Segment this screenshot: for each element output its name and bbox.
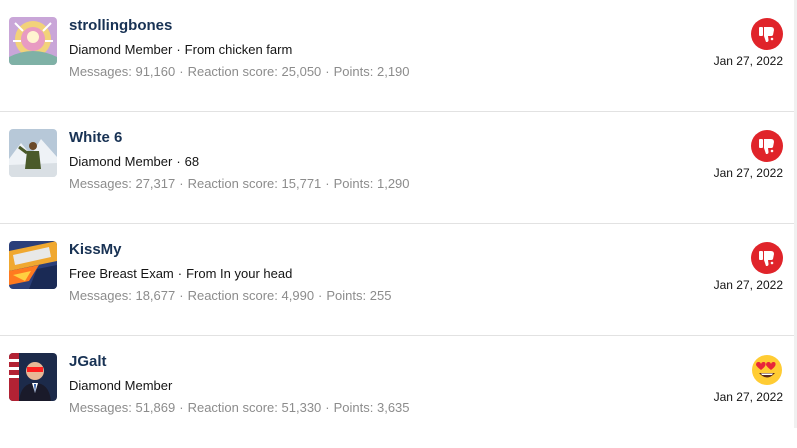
separator: · [179,288,184,303]
messages-count: Messages: 27,317 [69,176,176,191]
avatar[interactable] [9,353,57,401]
separator: · [325,400,330,415]
thumbs-down-icon [751,242,783,274]
user-title: Diamond Member · From chicken farm [69,42,292,57]
points-count: Points: 2,190 [333,64,410,79]
messages-count: Messages: 51,869 [69,400,176,415]
reaction-score: Reaction score: 15,771 [187,176,322,191]
list-item: White 6 Diamond Member · 68 Messages: 27,3… [0,112,797,224]
avatar[interactable] [9,17,57,65]
separator: · [325,176,330,191]
separator: · [179,400,184,415]
thumbs-down-icon [751,18,783,50]
username-link[interactable]: strollingbones [69,17,172,34]
username-link[interactable]: JGalt [69,353,107,370]
user-stats: Messages: 51,869 · Reaction score: 51,330 ·… [69,400,410,415]
username-link[interactable]: White 6 [69,129,122,146]
avatar-image-mountain-person [9,129,57,177]
points-count: Points: 255 [326,288,392,303]
points-count: Points: 1,290 [333,176,410,191]
thumbs-down-icon [751,130,783,162]
user-title: Diamond Member · 68 [69,154,199,169]
avatar-image-man-in-suit [9,353,57,401]
user-title-text: Diamond Member [69,42,173,57]
avatar[interactable] [9,241,57,289]
reaction-score: Reaction score: 51,330 [187,400,322,415]
separator: · [176,42,181,57]
user-location: 68 [184,154,200,169]
user-stats: Messages: 27,317 · Reaction score: 15,771 ·… [69,176,410,191]
user-location: From In your head [186,266,293,281]
user-stats: Messages: 18,677 · Reaction score: 4,990 · P… [69,288,391,303]
reaction-list: strollingbones Diamond Member · From chick… [0,0,797,428]
user-title-text: Diamond Member [69,378,173,393]
points-count: Points: 3,635 [333,400,410,415]
user-stats: Messages: 91,160 · Reaction score: 25,050 ·… [69,64,410,79]
separator: · [179,64,184,79]
messages-count: Messages: 18,677 [69,288,176,303]
list-item: KissMy Free Breast Exam · From In your hea… [0,224,797,336]
user-location: From chicken farm [184,42,293,57]
separator: · [177,266,183,281]
avatar-image-psychedelic [9,17,57,65]
reaction-score: Reaction score: 25,050 [187,64,322,79]
separator: · [179,176,184,191]
separator: · [325,64,330,79]
reaction-date: Jan 27, 2022 [713,390,783,404]
reaction-date: Jan 27, 2022 [713,166,783,180]
user-title: Free Breast Exam · From In your head [69,266,292,281]
separator: · [318,288,323,303]
heart-eyes-icon [751,354,783,386]
avatar[interactable] [9,129,57,177]
user-title-text: Free Breast Exam [69,266,174,281]
user-title: Diamond Member [69,378,172,393]
reaction-date: Jan 27, 2022 [713,54,783,68]
list-item: strollingbones Diamond Member · From chick… [0,0,797,112]
reaction-score: Reaction score: 4,990 [187,288,315,303]
username-link[interactable]: KissMy [69,241,122,258]
list-item: JGalt Diamond Member Messages: 51,869 · Re… [0,336,797,448]
avatar-image-fire-truck [9,241,57,289]
user-title-text: Diamond Member [69,154,173,169]
messages-count: Messages: 91,160 [69,64,176,79]
reaction-date: Jan 27, 2022 [713,278,783,292]
separator: · [176,154,181,169]
